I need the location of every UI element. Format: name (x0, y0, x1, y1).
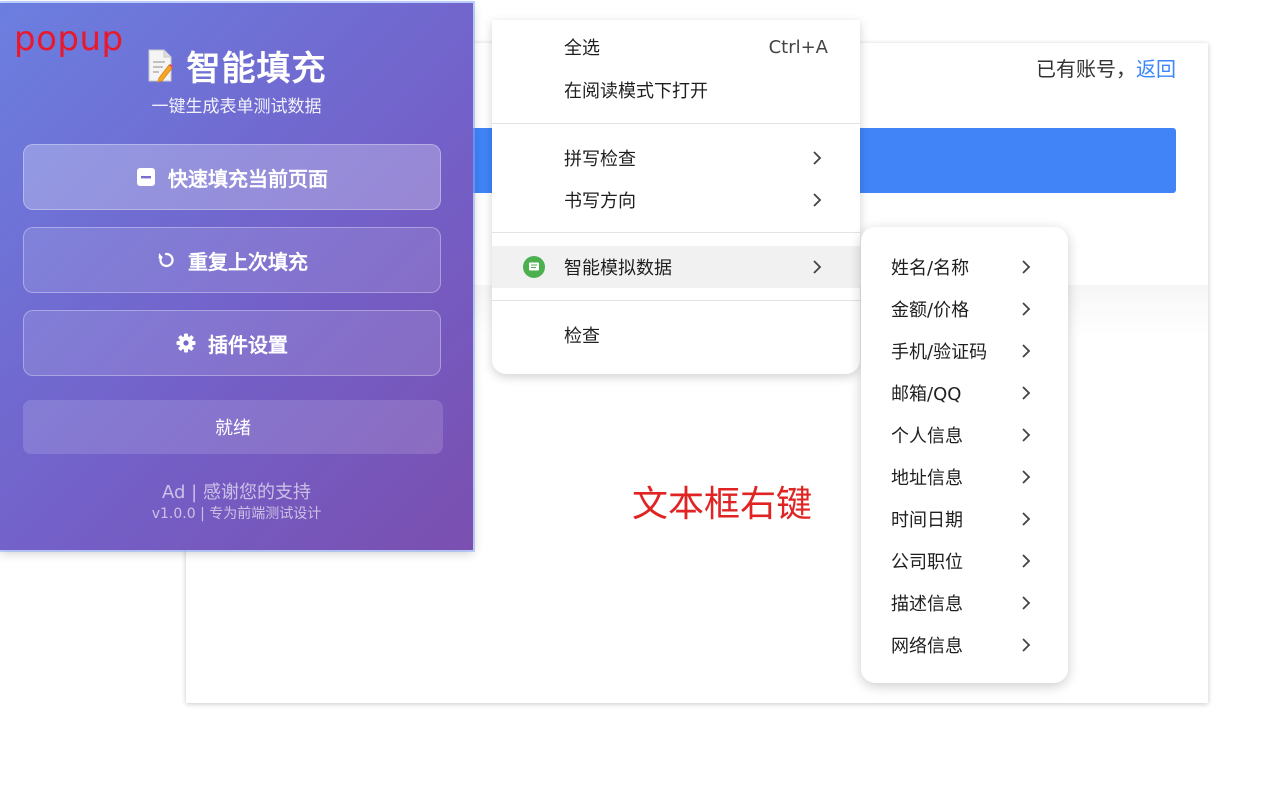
extension-popup: 智能填充 popup 一键生成表单测试数据 快速填充当前页面 重复上次填充 插件… (0, 3, 473, 550)
login-prompt-text: 已有账号， (1036, 57, 1136, 81)
minus-square-icon (136, 167, 156, 187)
menu-item-label: 在阅读模式下打开 (564, 81, 708, 102)
quick-fill-button[interactable]: 快速填充当前页面 (23, 144, 441, 210)
context-menu: 全选 Ctrl+A 在阅读模式下打开 拼写检查 书写方向 智能模拟数据 检查 (492, 20, 860, 374)
menu-item-label: 书写方向 (564, 191, 636, 212)
popup-title: 智能填充 (186, 49, 327, 89)
chevron-right-icon (1019, 595, 1033, 611)
submenu-item-label: 手机/验证码 (891, 342, 988, 363)
chevron-right-icon (1019, 637, 1033, 653)
menu-separator (492, 300, 860, 301)
menu-item-label: 智能模拟数据 (564, 258, 672, 279)
popup-title-row: 智能填充 (147, 41, 327, 90)
submenu-item-email[interactable]: 邮箱/QQ (861, 372, 1068, 414)
submenu-item-label: 金额/价格 (891, 300, 970, 321)
chevron-right-icon (810, 259, 824, 275)
chevron-right-icon (810, 150, 824, 166)
menu-item-label: 全选 (564, 38, 600, 59)
menu-item-label: 拼写检查 (564, 149, 636, 170)
memo-icon (147, 49, 173, 83)
repeat-fill-button[interactable]: 重复上次填充 (23, 227, 441, 293)
textbox-right-click-annotation: 文本框右键 (632, 484, 813, 525)
submenu-item-personal[interactable]: 个人信息 (861, 414, 1068, 456)
chevron-right-icon (1019, 427, 1033, 443)
submenu-item-amount[interactable]: 金额/价格 (861, 288, 1068, 330)
smart-mock-data-submenu: 姓名/名称 金额/价格 手机/验证码 邮箱/QQ 个人信息 地址信息 时间日期 … (861, 227, 1068, 683)
menu-separator (492, 232, 860, 233)
submenu-item-label: 个人信息 (891, 426, 963, 447)
chevron-right-icon (1019, 385, 1033, 401)
submenu-item-label: 网络信息 (891, 636, 963, 657)
chevron-right-icon (810, 192, 824, 208)
extension-icon (523, 256, 545, 278)
chevron-right-icon (1019, 553, 1033, 569)
submenu-item-network[interactable]: 网络信息 (861, 624, 1068, 666)
chevron-right-icon (1019, 469, 1033, 485)
submenu-item-label: 时间日期 (891, 510, 963, 531)
chevron-right-icon (1019, 301, 1033, 317)
submenu-item-label: 公司职位 (891, 552, 963, 573)
footer-version-text: v1.0.0 | 专为前端测试设计 (151, 506, 322, 522)
popup-subtitle: 一键生成表单测试数据 (151, 97, 322, 117)
menu-item-smart-mock-data[interactable]: 智能模拟数据 (492, 246, 860, 288)
submenu-item-description[interactable]: 描述信息 (861, 582, 1068, 624)
status-text: 就绪 (215, 418, 251, 439)
submenu-item-label: 描述信息 (891, 594, 963, 615)
submenu-item-phone[interactable]: 手机/验证码 (861, 330, 1068, 372)
submenu-item-label: 地址信息 (891, 468, 963, 489)
status-bar: 就绪 (23, 400, 443, 454)
menu-item-shortcut: Ctrl+A (768, 36, 828, 58)
submenu-item-company[interactable]: 公司职位 (861, 540, 1068, 582)
menu-item-reading-mode[interactable]: 在阅读模式下打开 (492, 69, 860, 111)
submenu-item-label: 姓名/名称 (891, 258, 970, 279)
chevron-right-icon (1019, 511, 1033, 527)
plugin-settings-button[interactable]: 插件设置 (23, 310, 441, 376)
repeat-fill-label: 重复上次填充 (188, 249, 308, 274)
chevron-right-icon (1019, 343, 1033, 359)
back-link[interactable]: 返回 (1136, 57, 1176, 81)
login-prompt: 已有账号，返回 (1036, 53, 1176, 82)
popup-annotation: popup (14, 19, 124, 59)
plugin-settings-label: 插件设置 (208, 332, 288, 357)
menu-item-select-all[interactable]: 全选 Ctrl+A (492, 26, 860, 68)
menu-item-label: 检查 (564, 326, 600, 347)
menu-item-writing-direction[interactable]: 书写方向 (492, 179, 860, 221)
submenu-item-datetime[interactable]: 时间日期 (861, 498, 1068, 540)
submenu-item-name[interactable]: 姓名/名称 (861, 246, 1068, 288)
chevron-right-icon (1019, 259, 1033, 275)
menu-item-inspect[interactable]: 检查 (492, 314, 860, 356)
gear-icon (176, 333, 196, 353)
menu-separator (492, 123, 860, 124)
quick-fill-label: 快速填充当前页面 (168, 166, 328, 191)
refresh-icon (156, 250, 176, 270)
footer-ad-text[interactable]: Ad | 感谢您的支持 (0, 478, 473, 504)
submenu-item-label: 邮箱/QQ (891, 384, 962, 405)
menu-item-spell-check[interactable]: 拼写检查 (492, 137, 860, 179)
submenu-item-address[interactable]: 地址信息 (861, 456, 1068, 498)
